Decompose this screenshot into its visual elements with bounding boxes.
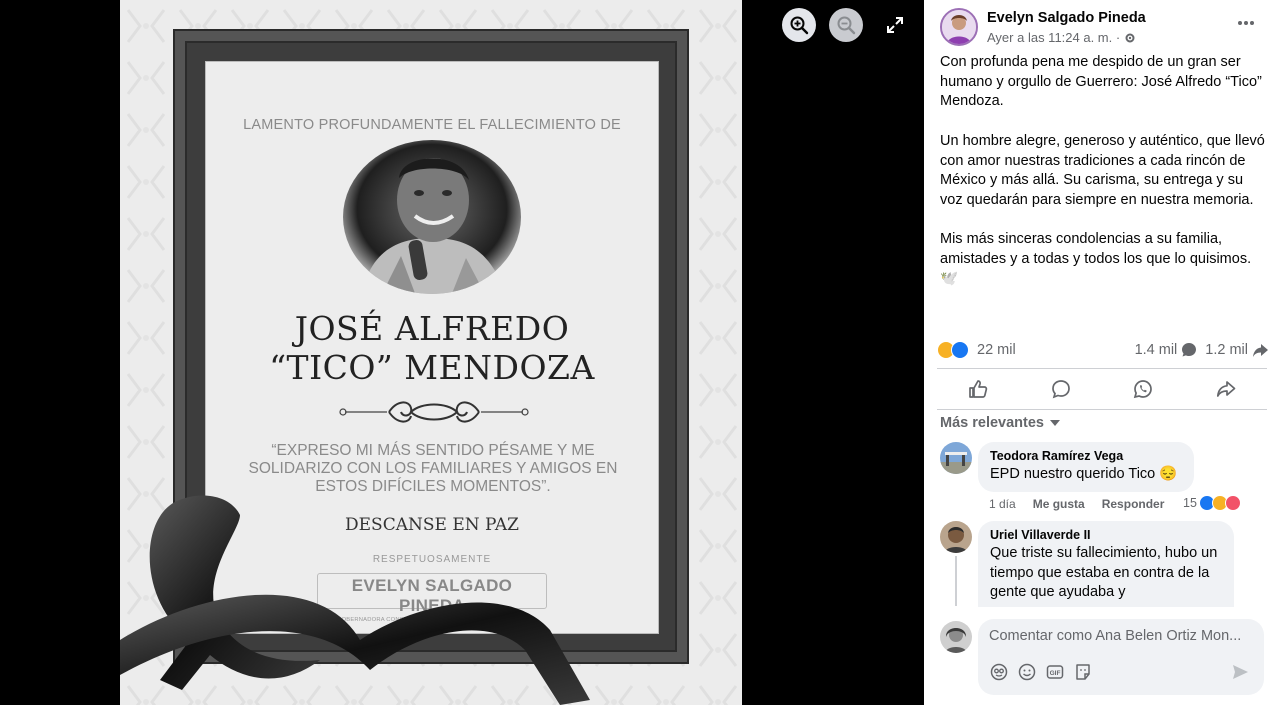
comments-stat[interactable]: 1.4 mil [1135, 342, 1198, 358]
emoji-icon [1018, 663, 1036, 681]
comments-count: 1.4 mil [1134, 342, 1178, 358]
condolence-quote: “EXPRESO MI MÁS SENTIDO PÉSAME Y ME SOLI… [248, 442, 618, 495]
like-button[interactable] [943, 372, 1013, 406]
comment-text: EPD nuestro querido Tico 😔 [990, 466, 1178, 482]
svg-text:GIF: GIF [1050, 670, 1061, 677]
comment-bubble: Teodora Ramírez Vega EPD nuestro querido… [978, 442, 1194, 492]
portrait-image [343, 140, 521, 294]
commenter-name[interactable]: Uriel Villaverde II [990, 528, 1222, 542]
share-icon [1216, 381, 1236, 397]
comment-icon [1051, 380, 1070, 399]
post-stats: 1.4 mil 1.2 mil [1135, 340, 1269, 360]
zoom-in-button[interactable] [782, 8, 816, 42]
avatar-sticker-icon [990, 663, 1008, 681]
zoom-out-icon [837, 16, 856, 35]
gif-icon: GIF [1046, 665, 1064, 679]
comment-bubble: Uriel Villaverde II Que triste su fallec… [978, 521, 1234, 607]
post-photo[interactable]: LAMENTO PROFUNDAMENTE EL FALLECIMIENTO D… [120, 0, 742, 705]
post-time[interactable]: Ayer a las 11:24 a. m. · [987, 30, 1120, 45]
current-user-avatar-image [940, 621, 972, 653]
expand-icon [887, 17, 903, 33]
comment-age[interactable]: 1 día [989, 497, 1016, 511]
divider-bottom [937, 409, 1267, 410]
comment-composer[interactable]: Comentar como Ana Belen Ortiz Mon... GIF [978, 619, 1264, 695]
post-paragraph: Mis más sinceras condolencias a su famil… [940, 231, 1252, 287]
commenter-avatar-image [940, 442, 972, 474]
whatsapp-button[interactable] [1108, 372, 1178, 406]
commenter-avatar[interactable] [940, 442, 972, 474]
send-icon[interactable] [1231, 663, 1249, 681]
like-reaction-icon [951, 341, 969, 359]
comment-like-button[interactable]: Me gusta [1033, 497, 1085, 511]
reaction-count: 22 mil [977, 342, 1016, 358]
thumbs-up-icon [969, 380, 988, 398]
post-paragraph: Un hombre alegre, generoso y auténtico, … [940, 132, 1265, 208]
mourning-ribbon [120, 495, 590, 705]
author-name[interactable]: Evelyn Salgado Pineda [987, 10, 1146, 26]
comment-sort-label: Más relevantes [940, 415, 1044, 431]
more-options-button[interactable] [1235, 13, 1257, 33]
comment-input[interactable]: Comentar como Ana Belen Ortiz Mon... [989, 628, 1259, 644]
care-reaction-icon [1224, 495, 1241, 511]
avatar-sticker-button[interactable] [990, 663, 1008, 681]
comment-reactions[interactable]: 15 [1183, 495, 1241, 511]
divider-top [937, 368, 1267, 369]
comment-button[interactable] [1026, 372, 1096, 406]
sticker-icon [1076, 664, 1090, 680]
lamento-heading: LAMENTO PROFUNDAMENTE EL FALLECIMIENTO D… [243, 117, 621, 133]
whatsapp-icon [1134, 380, 1153, 399]
expand-button[interactable] [878, 8, 912, 42]
more-dots-icon [1238, 21, 1254, 25]
gif-button[interactable]: GIF [1046, 663, 1064, 681]
comment-reply-button[interactable]: Responder [1102, 497, 1165, 511]
photo-viewer: LAMENTO PROFUNDAMENTE EL FALLECIMIENTO D… [0, 0, 924, 705]
emoji-button[interactable] [1018, 663, 1036, 681]
deceased-name-line2: “TICO” MENDOZA [269, 348, 595, 387]
post-paragraph: Con profunda pena me despido de un gran … [940, 54, 1262, 110]
share-arrow-icon [1253, 343, 1268, 357]
zoom-out-button[interactable] [829, 8, 863, 42]
comment-text: Que triste su fallecimiento, hubo un tie… [990, 545, 1218, 601]
post-meta: Ayer a las 11:24 a. m. · [987, 30, 1136, 45]
post-actions [937, 370, 1267, 408]
zoom-in-icon [790, 16, 809, 35]
comment-meta: 1 día Me gusta Responder [989, 497, 1164, 511]
comment-reaction-count: 15 [1183, 496, 1197, 510]
current-user-avatar[interactable] [940, 621, 972, 653]
commenter-avatar[interactable] [940, 521, 972, 553]
shares-count: 1.2 mil [1205, 342, 1248, 358]
ornament-divider [339, 401, 529, 423]
author-avatar-image [942, 10, 976, 44]
commenter-name[interactable]: Teodora Ramírez Vega [990, 449, 1182, 463]
thread-line [955, 556, 957, 606]
commenter-avatar-image [940, 521, 972, 553]
comment-bubble-icon [1182, 343, 1197, 357]
author-avatar[interactable] [940, 8, 978, 46]
deceased-name-line1: JOSÉ ALFREDO [294, 309, 570, 348]
composer-tools: GIF [990, 663, 1092, 681]
share-button[interactable] [1191, 372, 1261, 406]
reaction-summary[interactable]: 22 mil [937, 340, 1016, 360]
comment-sort-dropdown[interactable]: Más relevantes [940, 415, 1060, 431]
post-sidebar: Evelyn Salgado Pineda Ayer a las 11:24 a… [924, 0, 1281, 705]
gear-icon [1125, 33, 1135, 42]
caret-down-icon [1049, 420, 1060, 426]
post-body: Con profunda pena me despido de un gran … [940, 53, 1266, 309]
shares-stat[interactable]: 1.2 mil [1205, 342, 1269, 358]
sticker-button[interactable] [1074, 663, 1092, 681]
